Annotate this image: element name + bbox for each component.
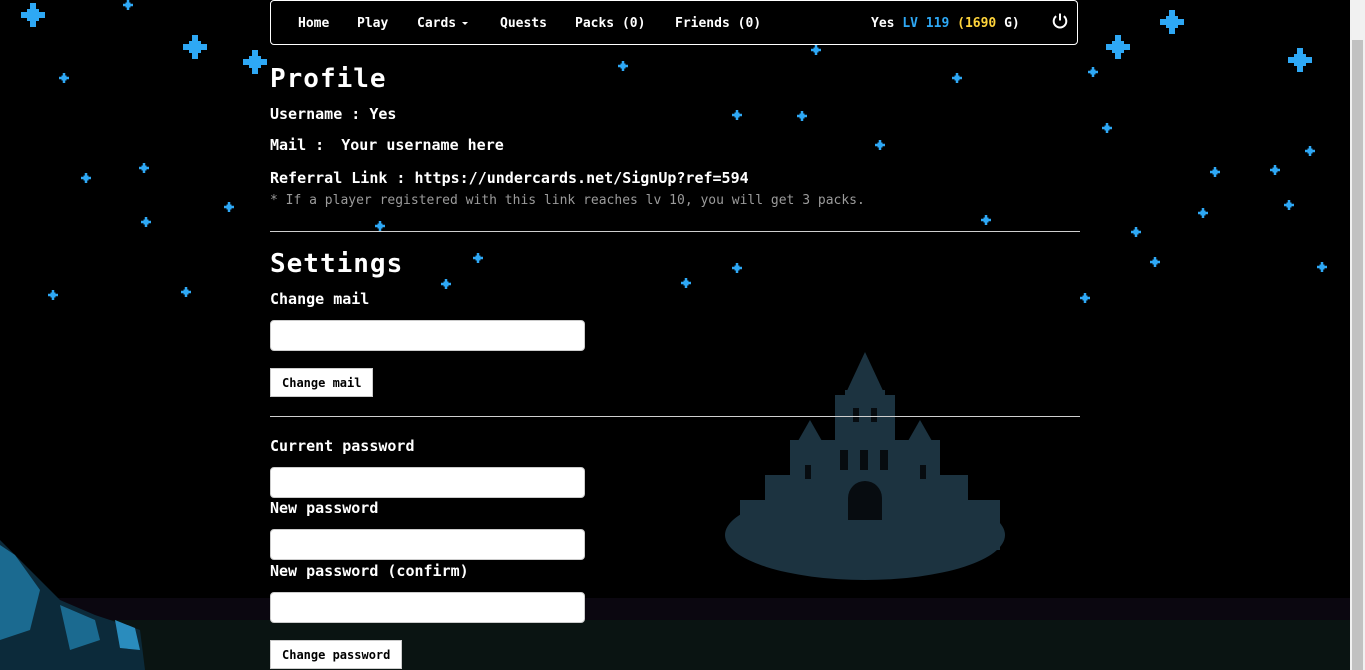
current-password-input[interactable] [270, 467, 585, 498]
gold-open-paren: ( [957, 16, 965, 31]
main-content: Profile Username : Yes Mail : Your usern… [270, 0, 1080, 670]
user-status[interactable]: Yes LV 119 (1690 G) [871, 16, 1020, 31]
change-mail-label: Change mail [270, 290, 370, 308]
nav-home-link[interactable]: Home [298, 16, 329, 31]
mail-value: Your username here [341, 136, 504, 154]
mail-line: Mail : Your username here [270, 136, 504, 154]
scrollbar-thumb[interactable] [1352, 40, 1363, 670]
caret-down-icon [462, 22, 469, 25]
nav-quests-link[interactable]: Quests [500, 16, 547, 31]
section-divider [270, 231, 1080, 232]
top-navbar: Home Play Cards Quests Packs (0) Friends… [270, 0, 1078, 45]
power-icon[interactable] [1051, 12, 1069, 30]
nav-play-link[interactable]: Play [357, 16, 388, 31]
profile-heading: Profile [270, 64, 387, 94]
new-password-label: New password [270, 499, 379, 517]
nav-packs-link[interactable]: Packs (0) [575, 16, 645, 31]
gold-amount: 1690 [964, 16, 997, 31]
nav-cards-label: Cards [417, 16, 457, 31]
current-password-label: Current password [270, 437, 415, 455]
change-mail-input[interactable] [270, 320, 585, 351]
confirm-password-input[interactable] [270, 592, 585, 623]
referral-link-line[interactable]: Referral Link : https://undercards.net/S… [270, 169, 749, 187]
nav-friends-link[interactable]: Friends (0) [675, 16, 761, 31]
page-scrollbar[interactable] [1350, 0, 1365, 670]
username-line: Username : Yes [270, 105, 397, 123]
gold-suffix: G) [996, 16, 1020, 31]
change-mail-button[interactable]: Change mail [270, 368, 374, 397]
nav-cards-dropdown[interactable]: Cards [417, 16, 469, 31]
settings-heading: Settings [270, 249, 404, 279]
user-level: LV 119 [902, 16, 950, 31]
change-password-button[interactable]: Change password [270, 640, 403, 669]
settings-divider [270, 416, 1080, 417]
confirm-password-label: New password (confirm) [270, 562, 469, 580]
new-password-input[interactable] [270, 529, 585, 560]
referral-note: * If a player registered with this link … [270, 193, 865, 208]
mail-label: Mail : [270, 136, 334, 154]
user-name: Yes [871, 16, 895, 31]
